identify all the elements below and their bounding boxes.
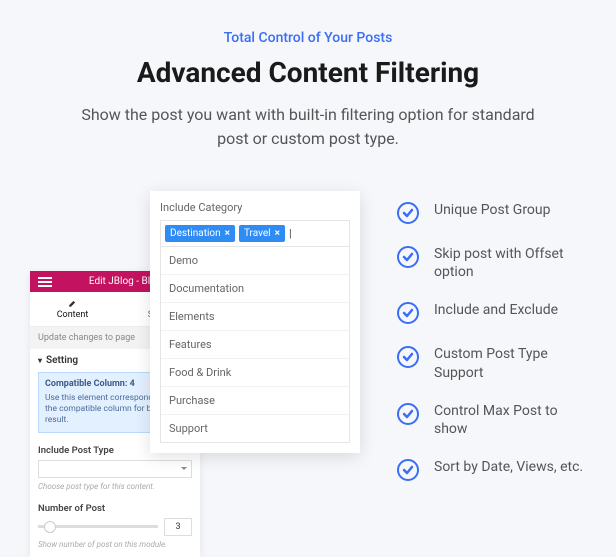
eyebrow-text: Total Control of Your Posts (20, 30, 596, 46)
checkmark-circle-icon (396, 201, 420, 225)
feature-item: Control Max Post to show (396, 402, 586, 438)
category-dropdown: Demo Documentation Elements Features Foo… (160, 246, 350, 443)
number-of-post-hint: Show number of post on this module. (38, 540, 192, 549)
checkmark-circle-icon (396, 345, 420, 369)
setting-label: Setting (46, 355, 78, 366)
dropdown-option[interactable]: Elements (161, 302, 349, 330)
remove-tag-icon[interactable]: × (275, 228, 280, 239)
feature-item: Sort by Date, Views, etc. (396, 458, 586, 482)
feature-text: Include and Exclude (434, 301, 558, 319)
feature-list: Unique Post Group Skip post with Offset … (396, 191, 586, 482)
feature-item: Skip post with Offset option (396, 245, 586, 281)
tag-text: Destination (170, 228, 221, 239)
category-tag[interactable]: Destination × (165, 225, 235, 242)
dropdown-option[interactable]: Food & Drink (161, 358, 349, 386)
dropdown-option[interactable]: Purchase (161, 386, 349, 414)
remove-tag-icon[interactable]: × (225, 228, 230, 239)
include-category-popup: Include Category Destination× Travel× | … (150, 191, 360, 453)
category-tag-input[interactable]: Destination × Travel × | (160, 220, 350, 246)
dropdown-option[interactable]: Demo (161, 247, 349, 274)
checkmark-circle-icon (396, 458, 420, 482)
text-cursor: | (289, 227, 292, 240)
hamburger-icon[interactable] (38, 277, 52, 287)
checkmark-circle-icon (396, 301, 420, 325)
page-heading: Advanced Content Filtering (20, 56, 596, 89)
dropdown-option[interactable]: Features (161, 330, 349, 358)
feature-text: Skip post with Offset option (434, 245, 586, 281)
tab-content[interactable]: Content (30, 292, 115, 326)
include-post-type-hint: Choose post type for this content. (38, 482, 192, 491)
feature-text: Custom Post Type Support (434, 345, 586, 381)
tab-content-label: Content (57, 310, 89, 320)
feature-item: Include and Exclude (396, 301, 586, 325)
dropdown-option[interactable]: Support (161, 414, 349, 442)
page-subheading: Show the post you want with built-in fil… (68, 103, 548, 151)
caret-down-icon: ▾ (38, 356, 42, 365)
include-category-label: Include Category (160, 201, 350, 214)
feature-text: Sort by Date, Views, etc. (434, 458, 583, 476)
screenshot-preview: Edit JBlog - Bloc Content Style Update c… (30, 191, 366, 541)
checkmark-circle-icon (396, 402, 420, 426)
include-post-type-select[interactable] (38, 460, 192, 478)
number-of-post-slider[interactable] (38, 525, 158, 528)
pencil-icon (68, 298, 78, 308)
feature-item: Unique Post Group (396, 201, 586, 225)
feature-text: Control Max Post to show (434, 402, 586, 438)
category-tag[interactable]: Travel × (239, 225, 285, 242)
feature-item: Custom Post Type Support (396, 345, 586, 381)
dropdown-option[interactable]: Documentation (161, 274, 349, 302)
number-of-post-input[interactable]: 3 (164, 518, 192, 536)
number-of-post-label: Number of Post (38, 503, 192, 514)
checkmark-circle-icon (396, 245, 420, 269)
tag-text: Travel (244, 228, 271, 239)
feature-text: Unique Post Group (434, 201, 551, 219)
